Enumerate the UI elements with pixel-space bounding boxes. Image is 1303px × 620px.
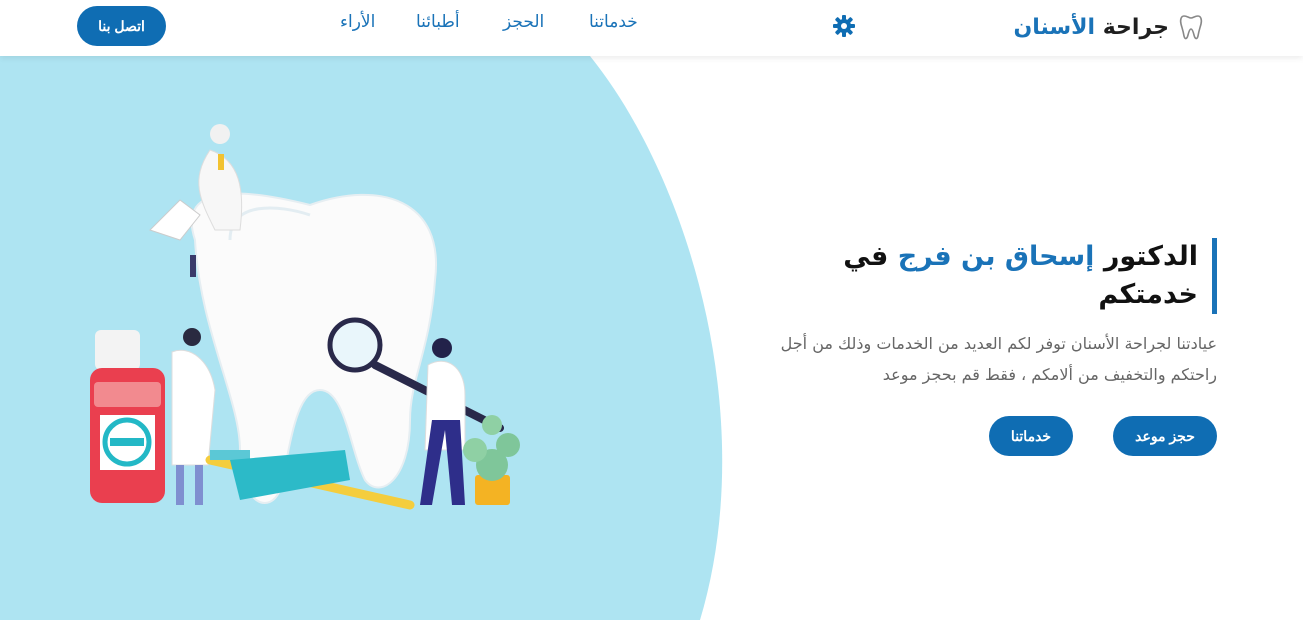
nav-doctors[interactable]: أطبائنا — [416, 12, 460, 36]
hero-headline: الدكتور إسحاق بن فرج في خدمتكم — [777, 238, 1217, 314]
hero-actions: حجز موعد خدماتنا — [777, 416, 1217, 456]
contact-button[interactable]: اتصل بنا — [77, 6, 166, 46]
hero-description: عيادتنا لجراحة الأسنان توفر لكم العديد م… — [780, 334, 1217, 384]
nav-reviews[interactable]: الأراء — [340, 12, 375, 36]
dental-illustration — [90, 124, 520, 510]
book-appointment-button[interactable]: حجز موعد — [1113, 416, 1217, 456]
tooth-icon — [1179, 15, 1203, 40]
nav-booking[interactable]: الحجز — [503, 12, 544, 36]
brand[interactable]: جراحة الأسنان — [1013, 10, 1203, 44]
top-navbar: جراحة الأسنان خدماتنا الحجز أطبائنا الأر… — [0, 0, 1303, 56]
gear-icon[interactable] — [832, 14, 856, 38]
brand-title: جراحة الأسنان — [1013, 14, 1169, 40]
nav-services[interactable]: خدماتنا — [589, 12, 638, 36]
services-button[interactable]: خدماتنا — [989, 416, 1073, 456]
hero-content: الدكتور إسحاق بن فرج في خدمتكم عيادتنا ل… — [777, 238, 1217, 456]
